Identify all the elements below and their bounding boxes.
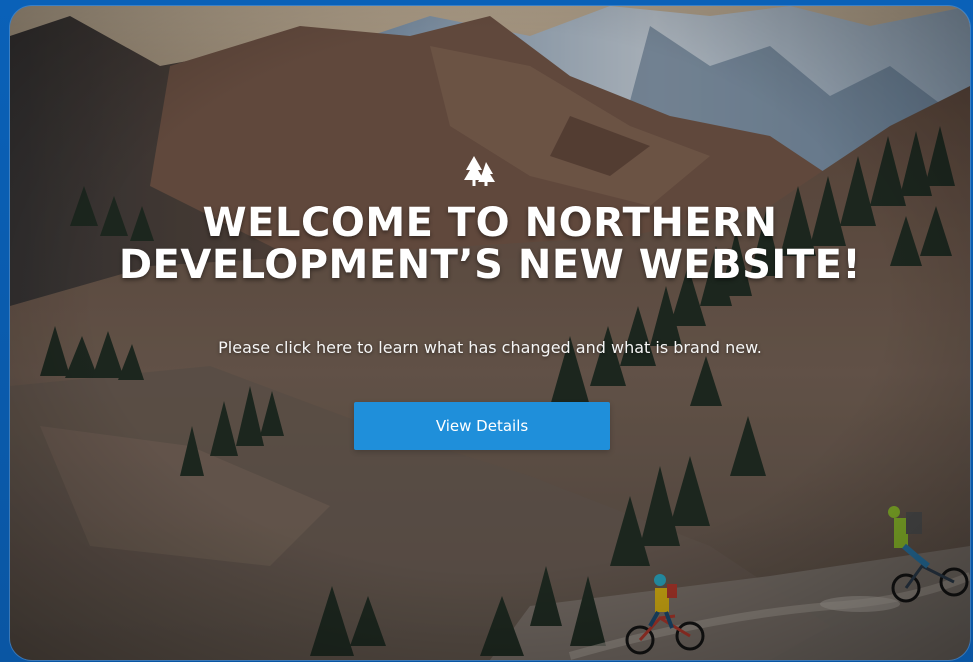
trees-icon — [464, 156, 495, 186]
modal-content: WELCOME TO NORTHERN DEVELOPMENT’S NEW WE… — [10, 6, 970, 660]
view-details-button[interactable]: View Details — [354, 402, 610, 450]
welcome-modal: WELCOME TO NORTHERN DEVELOPMENT’S NEW WE… — [10, 6, 970, 660]
welcome-headline: WELCOME TO NORTHERN DEVELOPMENT’S NEW WE… — [10, 202, 970, 286]
headline-line-1: WELCOME TO NORTHERN — [202, 200, 778, 246]
welcome-subtext[interactable]: Please click here to learn what has chan… — [10, 338, 970, 358]
headline-line-2: DEVELOPMENT’S NEW WEBSITE! — [118, 242, 862, 288]
